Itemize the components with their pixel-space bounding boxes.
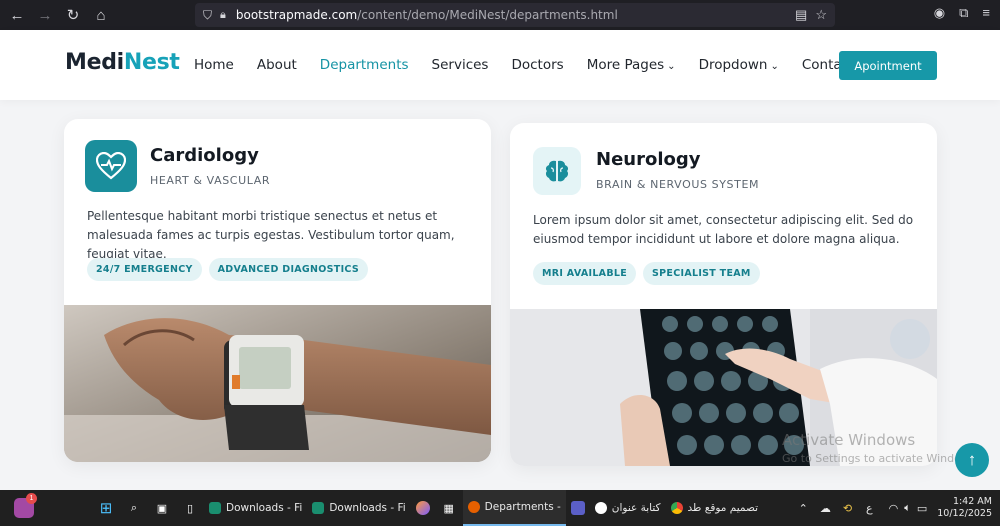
card-tags: MRI AVAILABLE SPECIALIST TEAM [533, 262, 760, 285]
sync-icon[interactable]: ⟲ [843, 502, 852, 515]
taskbar-app-downloads-1[interactable]: Downloads - Fi [204, 490, 307, 526]
system-tray: ⌃ ☁ ⟲ ع ◠ 🔈︎ ▭ 1:42 AM 10/12/2025 [799, 490, 992, 526]
task-view-icon[interactable]: ▣ [153, 499, 171, 517]
back-icon[interactable]: ← [6, 4, 28, 26]
extensions-icon[interactable]: ⧉ [959, 5, 968, 21]
url-path: /content/demo/MediNest/departments.html [357, 8, 618, 22]
reload-icon[interactable]: ↻ [62, 4, 84, 26]
taskbar-app-label: تصميم موقع طد [687, 502, 759, 514]
menu-icon[interactable]: ≡ [982, 5, 990, 21]
nav-doctors[interactable]: Doctors [511, 57, 563, 73]
nav-dropdown-label: Dropdown [698, 57, 768, 73]
reader-mode-icon[interactable]: ▤ [795, 7, 807, 23]
brain-icon [533, 147, 581, 195]
nav-dropdown[interactable]: Dropdown ⌄ [699, 57, 779, 73]
taskbar-app-chatgpt[interactable]: كتابة عنوان [590, 490, 666, 526]
department-card-neurology: Neurology BRAIN & NERVOUS SYSTEM Lorem i… [510, 123, 937, 466]
main-nav: Home About Departments Services Doctors … [194, 57, 877, 73]
browser-toolbar: ← → ↻ ⌂ ⛉ 🔒︎ bootstrapmade.com/content/d… [0, 0, 1000, 30]
copilot-icon[interactable] [415, 501, 430, 515]
nav-departments[interactable]: Departments [320, 57, 409, 73]
store-icon[interactable]: ▦ [440, 499, 458, 517]
teams-icon[interactable] [570, 501, 585, 515]
nav-home[interactable]: Home [194, 57, 234, 73]
chevron-up-icon[interactable]: ⌃ [799, 502, 808, 515]
activate-windows-subtitle: Go to Settings to activate Windows. [782, 452, 980, 465]
taskbar-app-label: Downloads - Fi [226, 502, 303, 514]
language-indicator[interactable]: ع [866, 502, 873, 515]
chevron-down-icon: ⌄ [770, 61, 779, 72]
scroll-top-button[interactable]: ↑ [955, 443, 989, 477]
home-icon[interactable]: ⌂ [90, 4, 112, 26]
heart-pulse-icon [85, 140, 137, 192]
taskbar-app-chrome[interactable]: تصميم موقع طد [666, 490, 763, 526]
taskbar-app-downloads-2[interactable]: Downloads - Fi [307, 490, 410, 526]
card-title: Neurology [596, 149, 701, 170]
site-header: MediNest Home About Departments Services… [0, 30, 1000, 100]
account-icon[interactable]: ◉ [934, 5, 945, 21]
windows-taskbar: 1 ⊞ ⌕ ▣ ▯ Downloads - Fi Downloads - Fi … [0, 490, 1000, 526]
battery-icon[interactable]: ▭ [917, 502, 927, 515]
nav-more-pages[interactable]: More Pages ⌄ [587, 57, 676, 73]
notification-count: 1 [26, 493, 37, 504]
taskbar-apps: ⊞ ⌕ ▣ ▯ Downloads - Fi Downloads - Fi ▦ … [92, 490, 763, 526]
windows-start-icon[interactable]: ⊞ [97, 499, 115, 517]
activate-windows-title: Activate Windows [782, 431, 916, 449]
tag: ADVANCED DIAGNOSTICS [208, 258, 369, 281]
clock[interactable]: 1:42 AM 10/12/2025 [937, 496, 992, 520]
logo-part2: Nest [123, 50, 180, 75]
card-description: Lorem ipsum dolor sit amet, consectetur … [533, 213, 914, 246]
nav-services[interactable]: Services [432, 57, 489, 73]
logo[interactable]: MediNest [65, 50, 180, 75]
appointment-button[interactable]: Apointment [839, 51, 937, 80]
card-subtitle: HEART & VASCULAR [150, 174, 271, 187]
taskbar-app-label: كتابة عنوان [611, 502, 661, 514]
card-tags: 24/7 EMERGENCY ADVANCED DIAGNOSTICS [87, 258, 369, 281]
bookmark-star-icon[interactable]: ☆ [815, 7, 827, 23]
url-host: bootstrapmade.com [235, 8, 358, 22]
file-icon[interactable]: ▯ [181, 499, 199, 517]
nav-about[interactable]: About [257, 57, 297, 73]
shield-icon: ⛉ [203, 7, 213, 22]
department-card-cardiology: Cardiology HEART & VASCULAR Pellentesque… [64, 119, 491, 462]
taskbar-app-firefox[interactable]: Departments - [462, 490, 566, 526]
tag: SPECIALIST TEAM [643, 262, 760, 285]
forward-icon[interactable]: → [34, 4, 56, 26]
tag: MRI AVAILABLE [533, 262, 637, 285]
lock-icon: 🔒︎ [220, 8, 226, 21]
clock-time: 1:42 AM [952, 496, 992, 507]
taskbar-app-label: Downloads - Fi [329, 502, 406, 514]
logo-part1: Medi [65, 50, 124, 75]
nav-more-pages-label: More Pages [586, 57, 665, 73]
volume-icon[interactable]: 🔈︎ [904, 501, 911, 515]
arrow-up-icon: ↑ [967, 450, 977, 469]
card-title: Cardiology [150, 145, 259, 166]
address-bar[interactable]: ⛉ 🔒︎ bootstrapmade.com/content/demo/Medi… [195, 3, 835, 27]
widgets-icon[interactable]: 1 [14, 493, 37, 518]
search-icon[interactable]: ⌕ [125, 499, 143, 517]
card-subtitle: BRAIN & NERVOUS SYSTEM [596, 178, 760, 191]
tag: 24/7 EMERGENCY [87, 258, 202, 281]
wifi-icon[interactable]: ◠ [889, 502, 899, 515]
card-description: Pellentesque habitant morbi tristique se… [87, 209, 455, 261]
cardiology-photo [64, 305, 491, 462]
taskbar-app-label: Departments - [484, 501, 561, 513]
cloud-icon[interactable]: ☁ [820, 502, 831, 515]
chevron-down-icon: ⌄ [667, 61, 676, 72]
clock-date: 10/12/2025 [937, 508, 992, 519]
